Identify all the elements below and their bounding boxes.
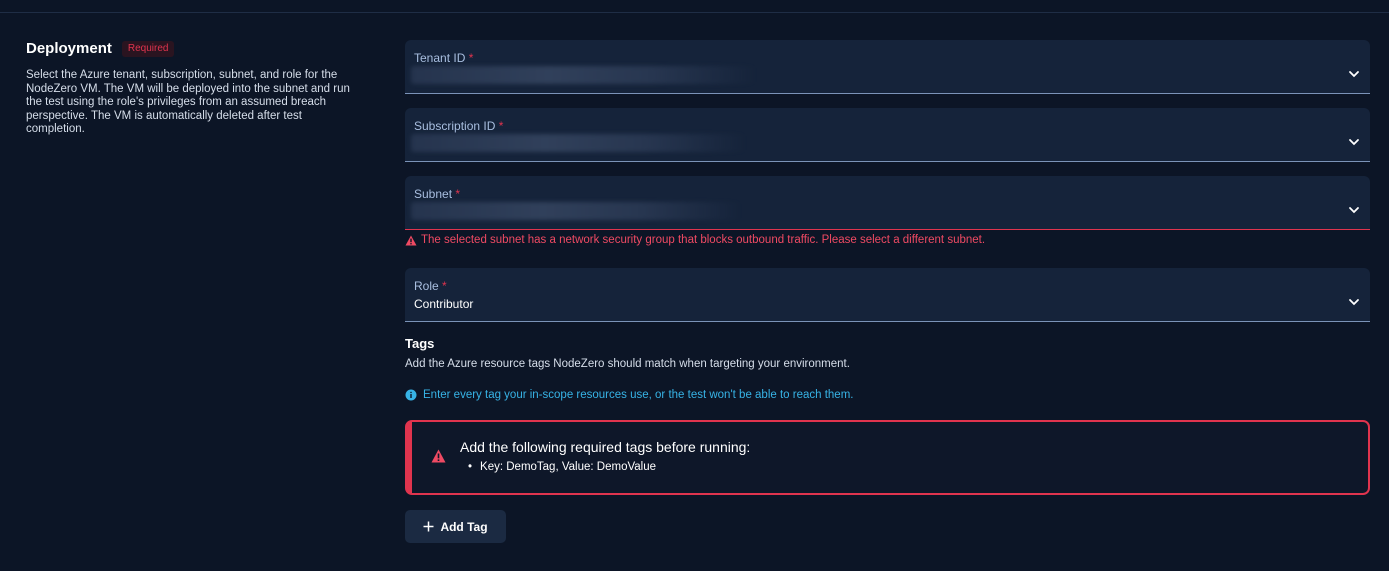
warning-triangle-icon: [431, 449, 446, 463]
required-asterisk: *: [498, 119, 504, 133]
role-label: Role *: [414, 279, 447, 293]
required-asterisk: *: [455, 187, 461, 201]
required-tags-list: Key: DemoTag, Value: DemoValue: [460, 461, 656, 473]
section-title: Deployment: [26, 40, 112, 57]
subscription-id-label: Subscription ID *: [414, 119, 504, 133]
redacted-value: [411, 202, 741, 220]
plus-icon: [423, 521, 434, 532]
info-circle-icon: [405, 389, 417, 401]
top-divider: [0, 12, 1389, 13]
chevron-down-icon[interactable]: [1348, 68, 1360, 80]
section-description: Select the Azure tenant, subscription, s…: [26, 69, 350, 135]
deployment-section-info: Deployment Required Select the Azure ten…: [26, 40, 356, 137]
role-value: Contributor: [414, 297, 474, 311]
required-badge: Required: [121, 40, 175, 57]
chevron-down-icon[interactable]: [1348, 136, 1360, 148]
deployment-form: Tenant ID * Subscription ID * Subnet * T…: [405, 40, 1370, 543]
tags-heading: Tags: [405, 336, 435, 351]
subnet-label: Subnet *: [414, 187, 461, 201]
add-tag-label: Add Tag: [440, 519, 488, 534]
required-asterisk: *: [442, 279, 447, 293]
redacted-value: [411, 66, 756, 84]
tags-info-note: Enter every tag your in-scope resources …: [405, 389, 1370, 401]
list-item: Key: DemoTag, Value: DemoValue: [460, 461, 656, 473]
redacted-value: [411, 134, 746, 152]
subnet-select[interactable]: Subnet *: [405, 176, 1370, 230]
chevron-down-icon[interactable]: [1348, 296, 1360, 308]
required-asterisk: *: [468, 51, 474, 65]
tenant-id-select[interactable]: Tenant ID *: [405, 40, 1370, 94]
role-select[interactable]: Role * Contributor: [405, 268, 1370, 322]
required-tags-alert: Add the following required tags before r…: [405, 420, 1370, 495]
subscription-id-select[interactable]: Subscription ID *: [405, 108, 1370, 162]
tenant-id-label: Tenant ID *: [414, 51, 474, 65]
section-header: Deployment Required: [26, 40, 356, 57]
subnet-error-message: The selected subnet has a network securi…: [405, 234, 1370, 246]
warning-triangle-icon: [405, 235, 417, 245]
chevron-down-icon[interactable]: [1348, 204, 1360, 216]
alert-title: Add the following required tags before r…: [460, 439, 751, 455]
tags-description: Add the Azure resource tags NodeZero sho…: [405, 358, 850, 370]
add-tag-button[interactable]: Add Tag: [405, 510, 506, 543]
